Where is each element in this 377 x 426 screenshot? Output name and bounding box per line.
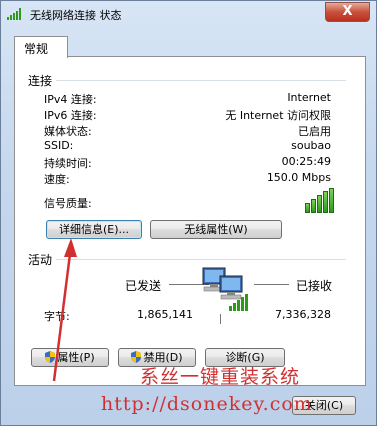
watermark-url: http://dsonekey.com (101, 393, 313, 415)
tab-general-label: 常规 (24, 42, 49, 56)
tab-general[interactable]: 常规 (14, 36, 68, 58)
watermark-title: 系丝一键重装系统 (140, 366, 301, 388)
